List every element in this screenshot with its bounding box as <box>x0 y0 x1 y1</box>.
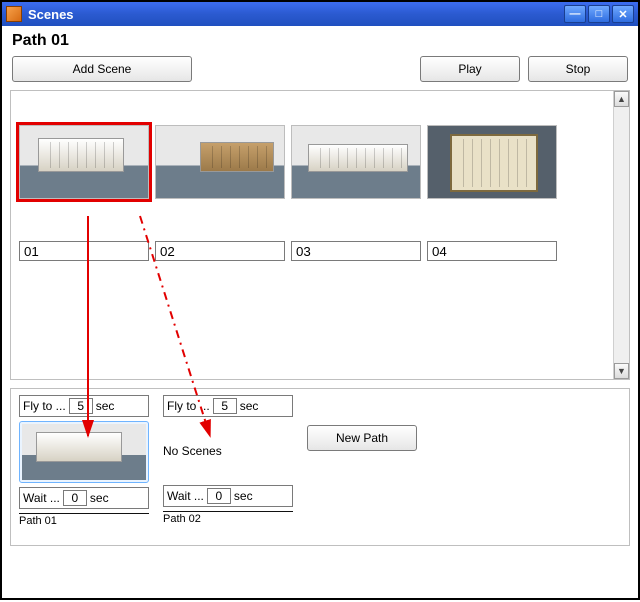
wait-unit: sec <box>90 491 109 505</box>
wait-input[interactable] <box>63 490 87 506</box>
building-glyph <box>36 432 122 462</box>
vertical-scrollbar[interactable]: ▲ ▼ <box>613 91 629 379</box>
fly-to-label: Fly to ... <box>23 399 66 413</box>
wait-row: Wait ... sec <box>163 485 293 507</box>
scene-thumbnail[interactable] <box>155 125 285 199</box>
new-path-wrap: New Path <box>307 395 417 451</box>
wait-label: Wait ... <box>23 491 60 505</box>
add-scene-button[interactable]: Add Scene <box>12 56 192 82</box>
close-button[interactable]: ✕ <box>612 5 634 23</box>
fly-to-input[interactable] <box>213 398 237 414</box>
fly-to-unit: sec <box>240 399 259 413</box>
path-empty-slot: No Scenes <box>163 421 293 481</box>
scene-thumbnail[interactable] <box>291 125 421 199</box>
scroll-track[interactable] <box>614 107 629 363</box>
scenes-window: Scenes — □ ✕ Path 01 Add Scene Play Stop <box>0 0 640 600</box>
titlebar: Scenes — □ ✕ <box>2 2 638 26</box>
paths-panel: Fly to ... sec Wait ... sec Path 01 <box>10 388 630 546</box>
window-title: Scenes <box>28 7 564 22</box>
path-card[interactable]: Fly to ... sec Wait ... sec Path 01 <box>19 395 149 527</box>
scenes-panel: ▲ ▼ <box>10 90 630 380</box>
scene-name-input[interactable] <box>427 241 557 261</box>
path-name-label: Path 02 <box>163 511 293 525</box>
building-glyph <box>308 144 408 172</box>
wait-row: Wait ... sec <box>19 487 149 509</box>
scenes-scroll-region <box>11 91 613 379</box>
app-icon <box>6 6 22 22</box>
no-scenes-label: No Scenes <box>163 444 222 458</box>
scene-cell <box>19 125 149 261</box>
minimize-button[interactable]: — <box>564 5 586 23</box>
wait-unit: sec <box>234 489 253 503</box>
fly-to-unit: sec <box>96 399 115 413</box>
stop-button[interactable]: Stop <box>528 56 628 82</box>
wait-input[interactable] <box>207 488 231 504</box>
scene-name-input[interactable] <box>291 241 421 261</box>
building-glyph <box>450 134 538 192</box>
content-area: Path 01 Add Scene Play Stop <box>2 26 638 598</box>
path-name-label: Path 01 <box>19 513 149 527</box>
path-card[interactable]: Fly to ... sec No Scenes Wait ... sec Pa… <box>163 395 293 525</box>
new-path-button[interactable]: New Path <box>307 425 417 451</box>
scene-name-input[interactable] <box>155 241 285 261</box>
fly-to-row: Fly to ... sec <box>19 395 149 417</box>
scene-thumbnail[interactable] <box>19 125 149 199</box>
path-thumb-wrap <box>19 421 149 483</box>
scene-cell <box>291 125 421 261</box>
fly-to-row: Fly to ... sec <box>163 395 293 417</box>
building-glyph <box>200 142 274 172</box>
scroll-down-icon[interactable]: ▼ <box>614 363 629 379</box>
scene-cell <box>155 125 285 261</box>
fly-to-input[interactable] <box>69 398 93 414</box>
building-glyph <box>38 138 124 172</box>
scenes-row <box>19 125 605 261</box>
path-title: Path 01 <box>2 26 638 52</box>
path-thumbnail[interactable] <box>22 424 146 480</box>
scroll-up-icon[interactable]: ▲ <box>614 91 629 107</box>
scene-thumbnail[interactable] <box>427 125 557 199</box>
fly-to-label: Fly to ... <box>167 399 210 413</box>
wait-label: Wait ... <box>167 489 204 503</box>
scene-name-input[interactable] <box>19 241 149 261</box>
window-controls: — □ ✕ <box>564 5 634 23</box>
toolbar: Add Scene Play Stop <box>2 52 638 90</box>
scene-cell <box>427 125 557 261</box>
play-button[interactable]: Play <box>420 56 520 82</box>
maximize-button[interactable]: □ <box>588 5 610 23</box>
